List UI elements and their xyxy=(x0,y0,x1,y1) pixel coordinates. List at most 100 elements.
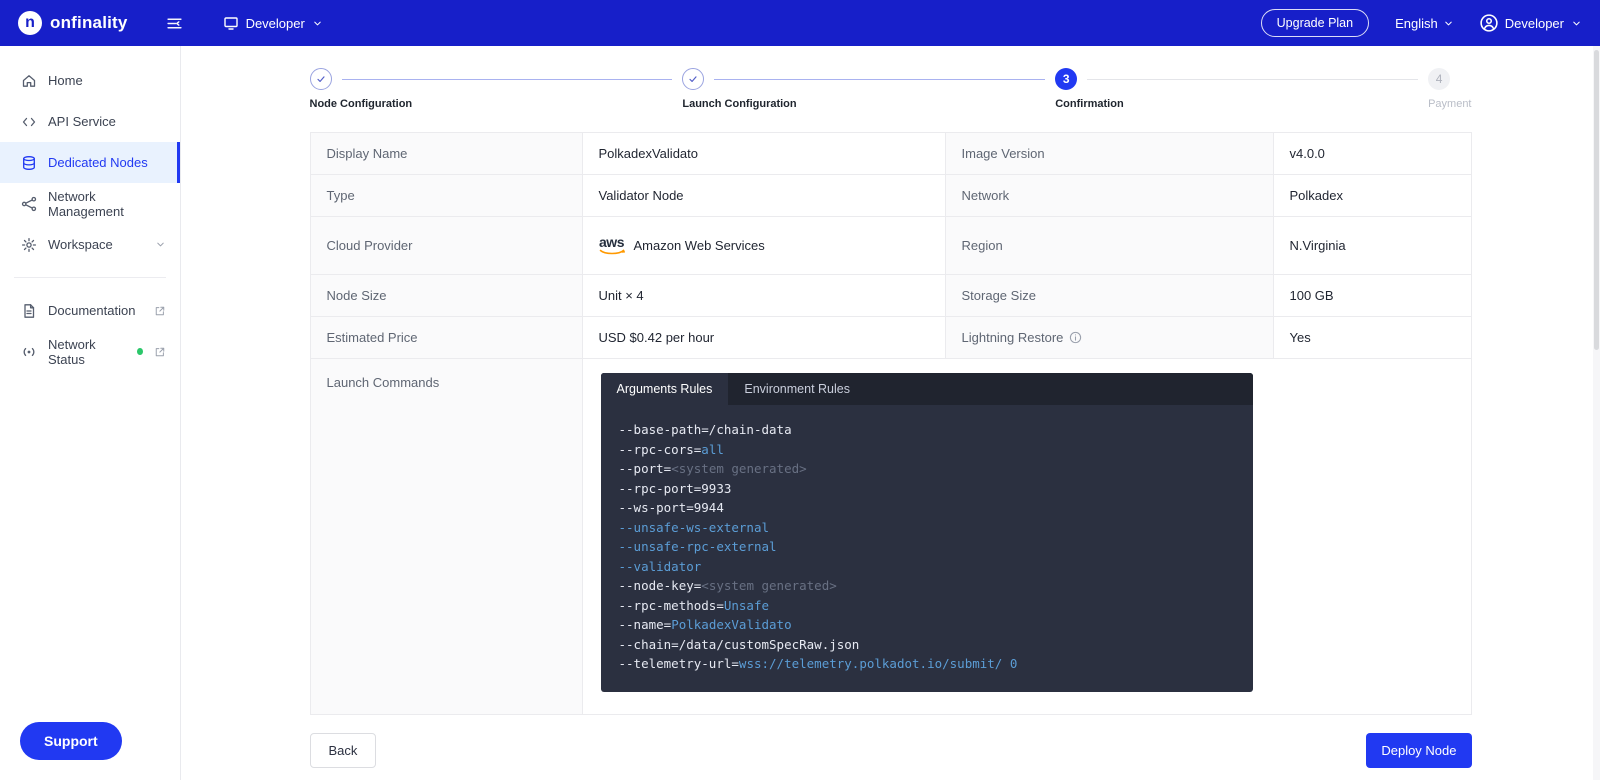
code-line: --node-key=<system generated> xyxy=(619,576,1235,596)
code-segment: wss://telemetry.polkadot.io/submit/ 0 xyxy=(739,656,1017,671)
code-line: --name=PolkadexValidato xyxy=(619,615,1235,635)
workspace-selector[interactable]: Developer xyxy=(223,15,323,31)
home-icon xyxy=(21,73,37,89)
status-online-dot xyxy=(137,348,143,355)
step-launch-configuration: Launch Configuration xyxy=(682,68,1055,110)
code-line: --rpc-cors=all xyxy=(619,440,1235,460)
step-connector xyxy=(342,79,673,80)
code-line: --port=<system generated> xyxy=(619,459,1235,479)
sidebar-item-label: Network Status xyxy=(48,337,120,367)
sidebar-item-label: Documentation xyxy=(48,303,135,318)
code-line: --rpc-port=9933 xyxy=(619,479,1235,499)
workspace-gear-icon xyxy=(21,237,37,253)
code-segment: PolkadexValidato xyxy=(671,617,791,632)
field-value-type: Validator Node xyxy=(583,175,946,216)
field-value-cloud-provider: aws Amazon Web Services xyxy=(583,217,946,274)
step-label: Launch Configuration xyxy=(682,98,1055,110)
sidebar-link-documentation[interactable]: Documentation xyxy=(0,290,180,331)
code-line: --unsafe-rpc-external xyxy=(619,537,1235,557)
code-segment: --ws-port=9944 xyxy=(619,500,724,515)
code-segment: --rpc-cors= xyxy=(619,442,702,457)
chevron-down-icon xyxy=(1443,18,1454,29)
tab-environment-rules[interactable]: Environment Rules xyxy=(728,373,866,405)
aws-logo-icon: aws xyxy=(599,235,625,256)
network-icon xyxy=(21,196,37,212)
step-4-pending-indicator: 4 xyxy=(1428,68,1450,90)
field-value-storage-size: 100 GB xyxy=(1274,275,1471,316)
sidebar-item-home[interactable]: Home xyxy=(0,60,180,101)
tab-arguments-rules[interactable]: Arguments Rules xyxy=(601,373,729,405)
account-menu[interactable]: Developer xyxy=(1480,14,1582,32)
sidebar-item-label: Workspace xyxy=(48,237,113,252)
code-line: --validator xyxy=(619,557,1235,577)
code-segment: --unsafe-rpc-external xyxy=(619,539,777,554)
chevron-down-icon xyxy=(1571,18,1582,29)
code-segment: --name= xyxy=(619,617,672,632)
code-tabs: Arguments Rules Environment Rules xyxy=(601,373,1253,405)
nodes-icon xyxy=(21,155,37,171)
avatar-icon xyxy=(1480,14,1498,32)
code-segment: Unsafe xyxy=(724,598,769,613)
field-label-display-name: Display Name xyxy=(311,133,583,174)
field-value-image-version: v4.0.0 xyxy=(1274,133,1471,174)
upgrade-plan-button[interactable]: Upgrade Plan xyxy=(1261,9,1369,37)
field-value-node-size: Unit × 4 xyxy=(583,275,946,316)
external-link-icon xyxy=(154,305,166,317)
sidebar-item-api-service[interactable]: API Service xyxy=(0,101,180,142)
account-name: Developer xyxy=(1505,16,1564,31)
language-selector[interactable]: English xyxy=(1395,16,1454,31)
code-line: --base-path=/chain-data xyxy=(619,420,1235,440)
field-value-network: Polkadex xyxy=(1274,175,1471,216)
scrollbar-thumb[interactable] xyxy=(1594,50,1599,350)
field-label-node-size: Node Size xyxy=(311,275,583,316)
step-label: Node Configuration xyxy=(310,98,683,110)
code-segment: <system generated> xyxy=(671,461,806,476)
step-connector xyxy=(1087,79,1418,80)
deploy-node-button[interactable]: Deploy Node xyxy=(1366,733,1471,768)
field-label-type: Type xyxy=(311,175,583,216)
field-value-estimated-price: USD $0.42 per hour xyxy=(583,317,946,358)
sidebar-link-network-status[interactable]: Network Status xyxy=(0,331,180,372)
code-line: --ws-port=9944 xyxy=(619,498,1235,518)
sidebar-item-label: Network Management xyxy=(48,189,166,219)
workspace-monitor-icon xyxy=(223,15,239,31)
step-node-configuration: Node Configuration xyxy=(310,68,683,110)
support-button[interactable]: Support xyxy=(20,722,122,760)
sidebar-divider xyxy=(14,277,166,278)
back-button[interactable]: Back xyxy=(310,733,377,768)
code-lines: --base-path=/chain-data--rpc-cors=all--p… xyxy=(601,405,1253,692)
table-row: Node Size Unit × 4 Storage Size 100 GB xyxy=(311,275,1471,317)
field-label-network: Network xyxy=(946,175,1274,216)
topbar: n onfinality Developer Upgrade Plan Engl… xyxy=(0,0,1600,46)
document-icon xyxy=(21,303,37,319)
sidebar-collapse-icon[interactable] xyxy=(166,15,183,32)
main-content: Node Configuration Launch Configuration … xyxy=(181,46,1600,780)
code-line: --telemetry-url=wss://telemetry.polkadot… xyxy=(619,654,1235,674)
table-row: Display Name PolkadexValidato Image Vers… xyxy=(311,133,1471,175)
sidebar: Home API Service Dedicated Nodes Network… xyxy=(0,46,181,780)
code-line: --chain=/data/customSpecRaw.json xyxy=(619,635,1235,655)
stepper: Node Configuration Launch Configuration … xyxy=(310,68,1472,110)
sidebar-item-workspace[interactable]: Workspace xyxy=(0,224,180,265)
launch-commands-panel: Arguments Rules Environment Rules --base… xyxy=(601,373,1253,692)
sidebar-item-label: Home xyxy=(48,73,83,88)
code-segment: --port= xyxy=(619,461,672,476)
chevron-down-icon xyxy=(155,239,166,250)
field-label-estimated-price: Estimated Price xyxy=(311,317,583,358)
scrollbar[interactable] xyxy=(1593,46,1600,780)
onfinality-logo[interactable]: n onfinality xyxy=(18,11,128,35)
info-icon[interactable] xyxy=(1069,331,1082,344)
table-row-launch-commands: Launch Commands Arguments Rules Environm… xyxy=(311,359,1471,714)
sidebar-item-label: API Service xyxy=(48,114,116,129)
table-row: Type Validator Node Network Polkadex xyxy=(311,175,1471,217)
sidebar-item-dedicated-nodes[interactable]: Dedicated Nodes xyxy=(0,142,180,183)
table-row: Estimated Price USD $0.42 per hour Light… xyxy=(311,317,1471,359)
code-segment: --rpc-port=9933 xyxy=(619,481,732,496)
onfinality-logo-icon: n xyxy=(18,11,42,35)
summary-table: Display Name PolkadexValidato Image Vers… xyxy=(310,132,1472,715)
field-label-lightning-restore: Lightning Restore xyxy=(946,317,1274,358)
sidebar-item-network-management[interactable]: Network Management xyxy=(0,183,180,224)
field-value-lightning-restore: Yes xyxy=(1274,317,1471,358)
step-label: Payment xyxy=(1428,98,1471,110)
table-row: Cloud Provider aws Amazon Web Services R… xyxy=(311,217,1471,275)
